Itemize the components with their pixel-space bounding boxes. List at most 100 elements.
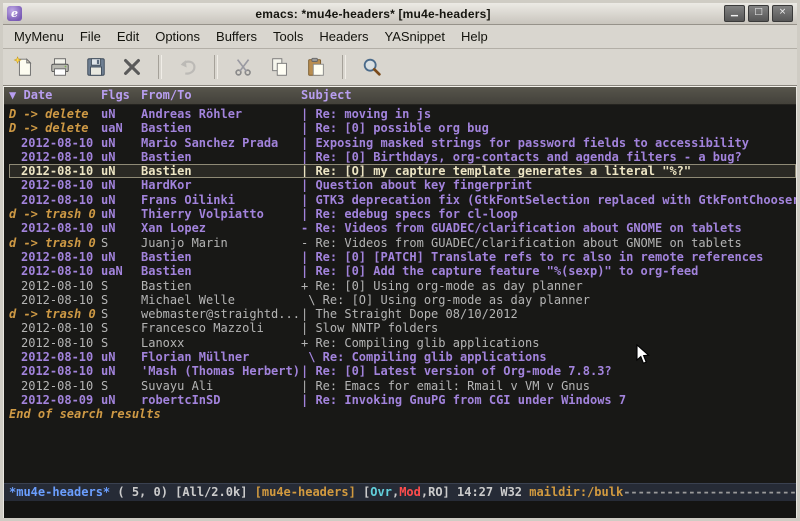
message-row[interactable]: 2012-08-09uNrobertcInSD| Re: Invoking Gn…: [9, 393, 796, 407]
from-cell: 'Mash (Thomas Herbert): [141, 364, 301, 378]
date-cell: 2012-08-10: [9, 193, 101, 207]
flags-cell: uN: [101, 107, 141, 121]
message-row[interactable]: 2012-08-10SSuvayu Ali| Re: Emacs for ema…: [9, 379, 796, 393]
menu-yasnippet[interactable]: YASnippet: [376, 27, 452, 46]
menu-tools[interactable]: Tools: [265, 27, 311, 46]
cut-button[interactable]: [229, 53, 259, 81]
flags-cell: uN: [101, 207, 141, 221]
date-cell: 2012-08-10: [9, 321, 101, 335]
message-row[interactable]: d -> trash 0SJuanjo Marin- Re: Videos fr…: [9, 236, 796, 250]
menu-file[interactable]: File: [72, 27, 109, 46]
date-cell: 2012-08-10: [9, 379, 101, 393]
column-header-from[interactable]: From/To: [141, 87, 301, 104]
message-row[interactable]: D -> deleteuNAndreas Röhler| Re: moving …: [9, 107, 796, 121]
from-cell: Thierry Volpiatto: [141, 207, 301, 221]
date-cell: 2012-08-10: [9, 136, 101, 150]
message-row[interactable]: 2012-08-10uNBastien| Re: [0] Birthdays, …: [9, 150, 796, 164]
undo-button: [173, 53, 203, 81]
mark-cell: d -> trash 0: [9, 207, 101, 221]
modeline-segment-plain: 14:27 W32: [450, 485, 529, 499]
from-cell: Florian Müllner: [141, 350, 301, 364]
maximize-button[interactable]: □: [748, 5, 769, 22]
date-cell: 2012-08-10: [9, 178, 101, 192]
print-icon: [49, 56, 71, 78]
flags-cell: uN: [101, 250, 141, 264]
flags-cell: uN: [101, 393, 141, 407]
from-cell: Bastien: [141, 264, 301, 278]
save-button[interactable]: [81, 53, 111, 81]
new-file-button[interactable]: [9, 53, 39, 81]
flags-cell: uN: [101, 364, 141, 378]
date-cell: 2012-08-10: [9, 164, 101, 178]
message-row[interactable]: 2012-08-10uNFrans Oilinki| GTK3 deprecat…: [9, 193, 796, 207]
date-cell: 2012-08-10: [9, 364, 101, 378]
modeline-segment-dashes: ----------------------------------------: [623, 485, 796, 499]
message-row[interactable]: 2012-08-10uNBastien| Re: [0] [PATCH] Tra…: [9, 250, 796, 264]
close-button[interactable]: ×: [772, 5, 793, 22]
message-row[interactable]: 2012-08-10SFrancesco Mazzoli| Slow NNTP …: [9, 321, 796, 335]
print-button[interactable]: [45, 53, 75, 81]
menu-headers[interactable]: Headers: [311, 27, 376, 46]
flags-cell: uaN: [101, 121, 141, 135]
message-row[interactable]: 2012-08-10uaNBastien| Re: [0] Add the ca…: [9, 264, 796, 278]
message-row[interactable]: 2012-08-10SMichael Welle \ Re: [O] Using…: [9, 293, 796, 307]
modeline-segment-plain: ,RO]: [421, 485, 450, 499]
close-button[interactable]: [117, 53, 147, 81]
message-row-current[interactable]: 2012-08-10uNBastien| Re: [O] my capture …: [9, 164, 796, 178]
flags-cell: S: [101, 379, 141, 393]
subject-cell: | Re: [0] Latest version of Org-mode 7.8…: [301, 364, 796, 378]
message-row[interactable]: 2012-08-10uNHardKor| Question about key …: [9, 178, 796, 192]
subject-cell: | Re: Invoking GnuPG from CGI under Wind…: [301, 393, 796, 407]
message-row[interactable]: 2012-08-10uNMario Sanchez Prada| Exposin…: [9, 136, 796, 150]
subject-cell: | Re: moving in js: [301, 107, 796, 121]
copy-button[interactable]: [265, 53, 295, 81]
message-row[interactable]: 2012-08-10uNXan Lopez- Re: Videos from G…: [9, 221, 796, 235]
toolbar: [3, 49, 797, 86]
subject-cell: \ Re: Compiling glib applications: [301, 350, 796, 364]
subject-cell: | Re: [0] [PATCH] Translate refs to rc a…: [301, 250, 796, 264]
echo-area[interactable]: [4, 501, 796, 518]
column-header-flags[interactable]: Flgs: [101, 87, 141, 104]
from-cell: Michael Welle: [141, 293, 301, 307]
menu-buffers[interactable]: Buffers: [208, 27, 265, 46]
message-row[interactable]: d -> trash 0Swebmaster@straightd...| The…: [9, 307, 796, 321]
minimize-button[interactable]: ▁: [724, 5, 745, 22]
menu-mymenu[interactable]: MyMenu: [6, 27, 72, 46]
message-row[interactable]: d -> trash 0uNThierry Volpiatto| Re: ede…: [9, 207, 796, 221]
subject-cell: | Question about key fingerprint: [301, 178, 796, 192]
modeline-segment-red: Mod: [399, 485, 421, 499]
from-cell: Bastien: [141, 121, 301, 135]
modeline-segment-plain: [: [356, 485, 370, 499]
titlebar[interactable]: e emacs: *mu4e-headers* [mu4e-headers] ▁…: [3, 3, 797, 25]
menu-options[interactable]: Options: [147, 27, 208, 46]
from-cell: Juanjo Marin: [141, 236, 301, 250]
subject-cell: | Slow NNTP folders: [301, 321, 796, 335]
paste-icon: [305, 56, 327, 78]
paste-button[interactable]: [301, 53, 331, 81]
subject-cell: | The Straight Dope 08/10/2012: [301, 307, 796, 321]
message-row[interactable]: D -> deleteuaNBastien| Re: [0] possible …: [9, 121, 796, 135]
column-header-date[interactable]: ▼ Date: [9, 87, 101, 104]
from-cell: Lanoxx: [141, 336, 301, 350]
message-row[interactable]: 2012-08-10uNFlorian Müllner \ Re: Compil…: [9, 350, 796, 364]
modeline[interactable]: *mu4e-headers* ( 5, 0) [All/2.0k] [mu4e-…: [4, 483, 796, 501]
subject-cell: + Re: Compiling glib applications: [301, 336, 796, 350]
message-row[interactable]: 2012-08-10SLanoxx+ Re: Compiling glib ap…: [9, 336, 796, 350]
subject-cell: | Re: [0] Birthdays, org-contacts and ag…: [301, 150, 796, 164]
modeline-segment-cyan: Ovr: [370, 485, 392, 499]
search-button[interactable]: [357, 53, 387, 81]
column-header-subject[interactable]: Subject: [301, 87, 796, 104]
from-cell: Suvayu Ali: [141, 379, 301, 393]
menu-help[interactable]: Help: [453, 27, 496, 46]
mark-cell: D -> delete: [9, 121, 101, 135]
emacs-frame: ▼ Date Flgs From/To Subject D -> deleteu…: [3, 86, 797, 518]
menu-edit[interactable]: Edit: [109, 27, 147, 46]
flags-cell: uN: [101, 178, 141, 192]
from-cell: Bastien: [141, 150, 301, 164]
mark-cell: d -> trash 0: [9, 236, 101, 250]
message-row[interactable]: 2012-08-10SBastien+ Re: [0] Using org-mo…: [9, 279, 796, 293]
undo-icon: [177, 56, 199, 78]
from-cell: Francesco Mazzoli: [141, 321, 301, 335]
date-cell: 2012-08-10: [9, 293, 101, 307]
message-row[interactable]: 2012-08-10uN'Mash (Thomas Herbert)| Re: …: [9, 364, 796, 378]
